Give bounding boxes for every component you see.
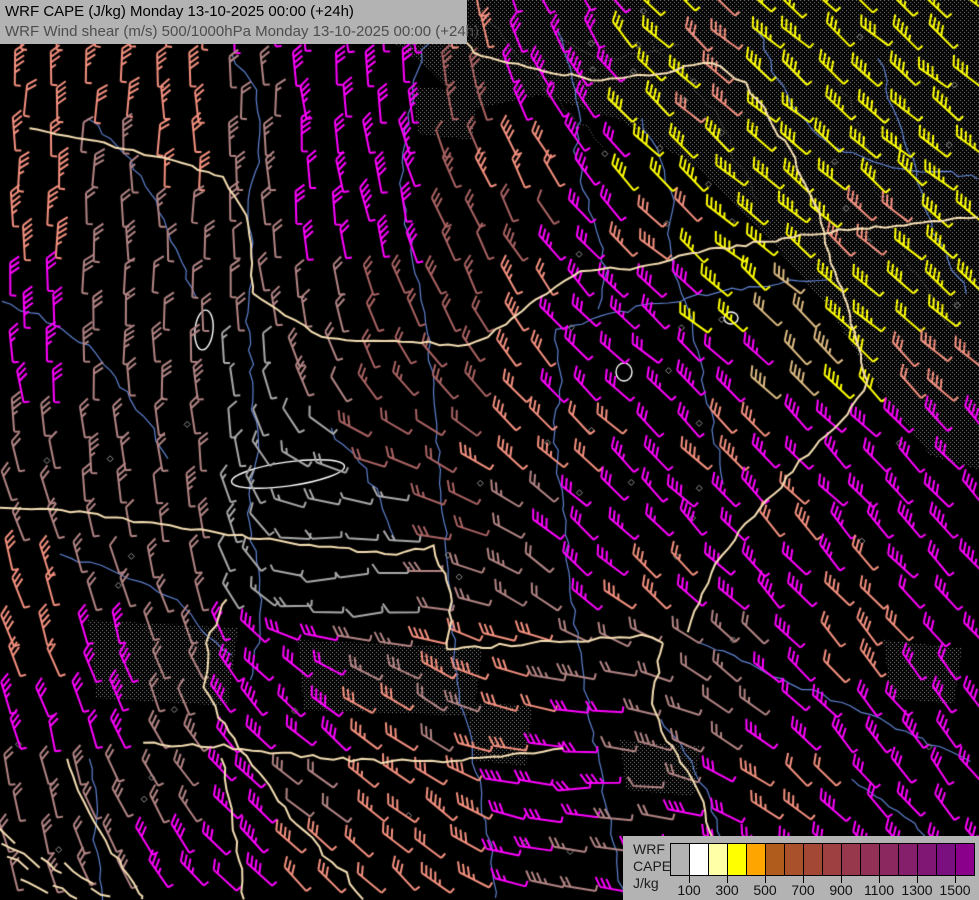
legend-label-line1: WRF (633, 841, 671, 858)
cape-colorbar-box (955, 843, 975, 876)
cape-colorbar-box (708, 843, 728, 876)
legend-tick-label: 700 (783, 882, 823, 898)
legend-tick-label: 1300 (897, 882, 937, 898)
title-line-windshear: WRF Wind shear (m/s) 500/1000hPa Monday … (5, 22, 467, 42)
legend-label-line3: J/kg (633, 875, 671, 892)
title-bar: WRF CAPE (J/kg) Monday 13-10-2025 00:00 … (0, 0, 467, 44)
legend-tick-label: 300 (707, 882, 747, 898)
legend-tick-label: 1500 (935, 882, 975, 898)
legend-label: WRF CAPE J/kg (633, 841, 671, 892)
cape-colorbar-box (746, 843, 766, 876)
cape-colorbar-box (803, 843, 823, 876)
cape-colorbar-box (841, 843, 861, 876)
legend-label-line2: CAPE (633, 858, 671, 875)
cape-colorbar-box (670, 843, 690, 876)
cape-colorbar-box (898, 843, 918, 876)
cape-colorbar-box (689, 843, 709, 876)
cape-colorbar-box (860, 843, 880, 876)
cape-colorbar-box (917, 843, 937, 876)
cape-colorbar-box (727, 843, 747, 876)
cape-colorbar-box (765, 843, 785, 876)
map-canvas (0, 0, 979, 900)
title-line-cape: WRF CAPE (J/kg) Monday 13-10-2025 00:00 … (5, 2, 467, 22)
legend-tick-label: 1100 (859, 882, 899, 898)
cape-colorbar-box (879, 843, 899, 876)
cape-legend: WRF CAPE J/kg 10030050070090011001300150… (623, 836, 979, 900)
legend-tick-label: 900 (821, 882, 861, 898)
cape-colorbar-box (822, 843, 842, 876)
cape-colorbar-box (784, 843, 804, 876)
legend-tick-label: 500 (745, 882, 785, 898)
cape-colorbar-box (936, 843, 956, 876)
wrf-weather-map: WRF CAPE (J/kg) Monday 13-10-2025 00:00 … (0, 0, 979, 900)
legend-tick-label: 100 (669, 882, 709, 898)
